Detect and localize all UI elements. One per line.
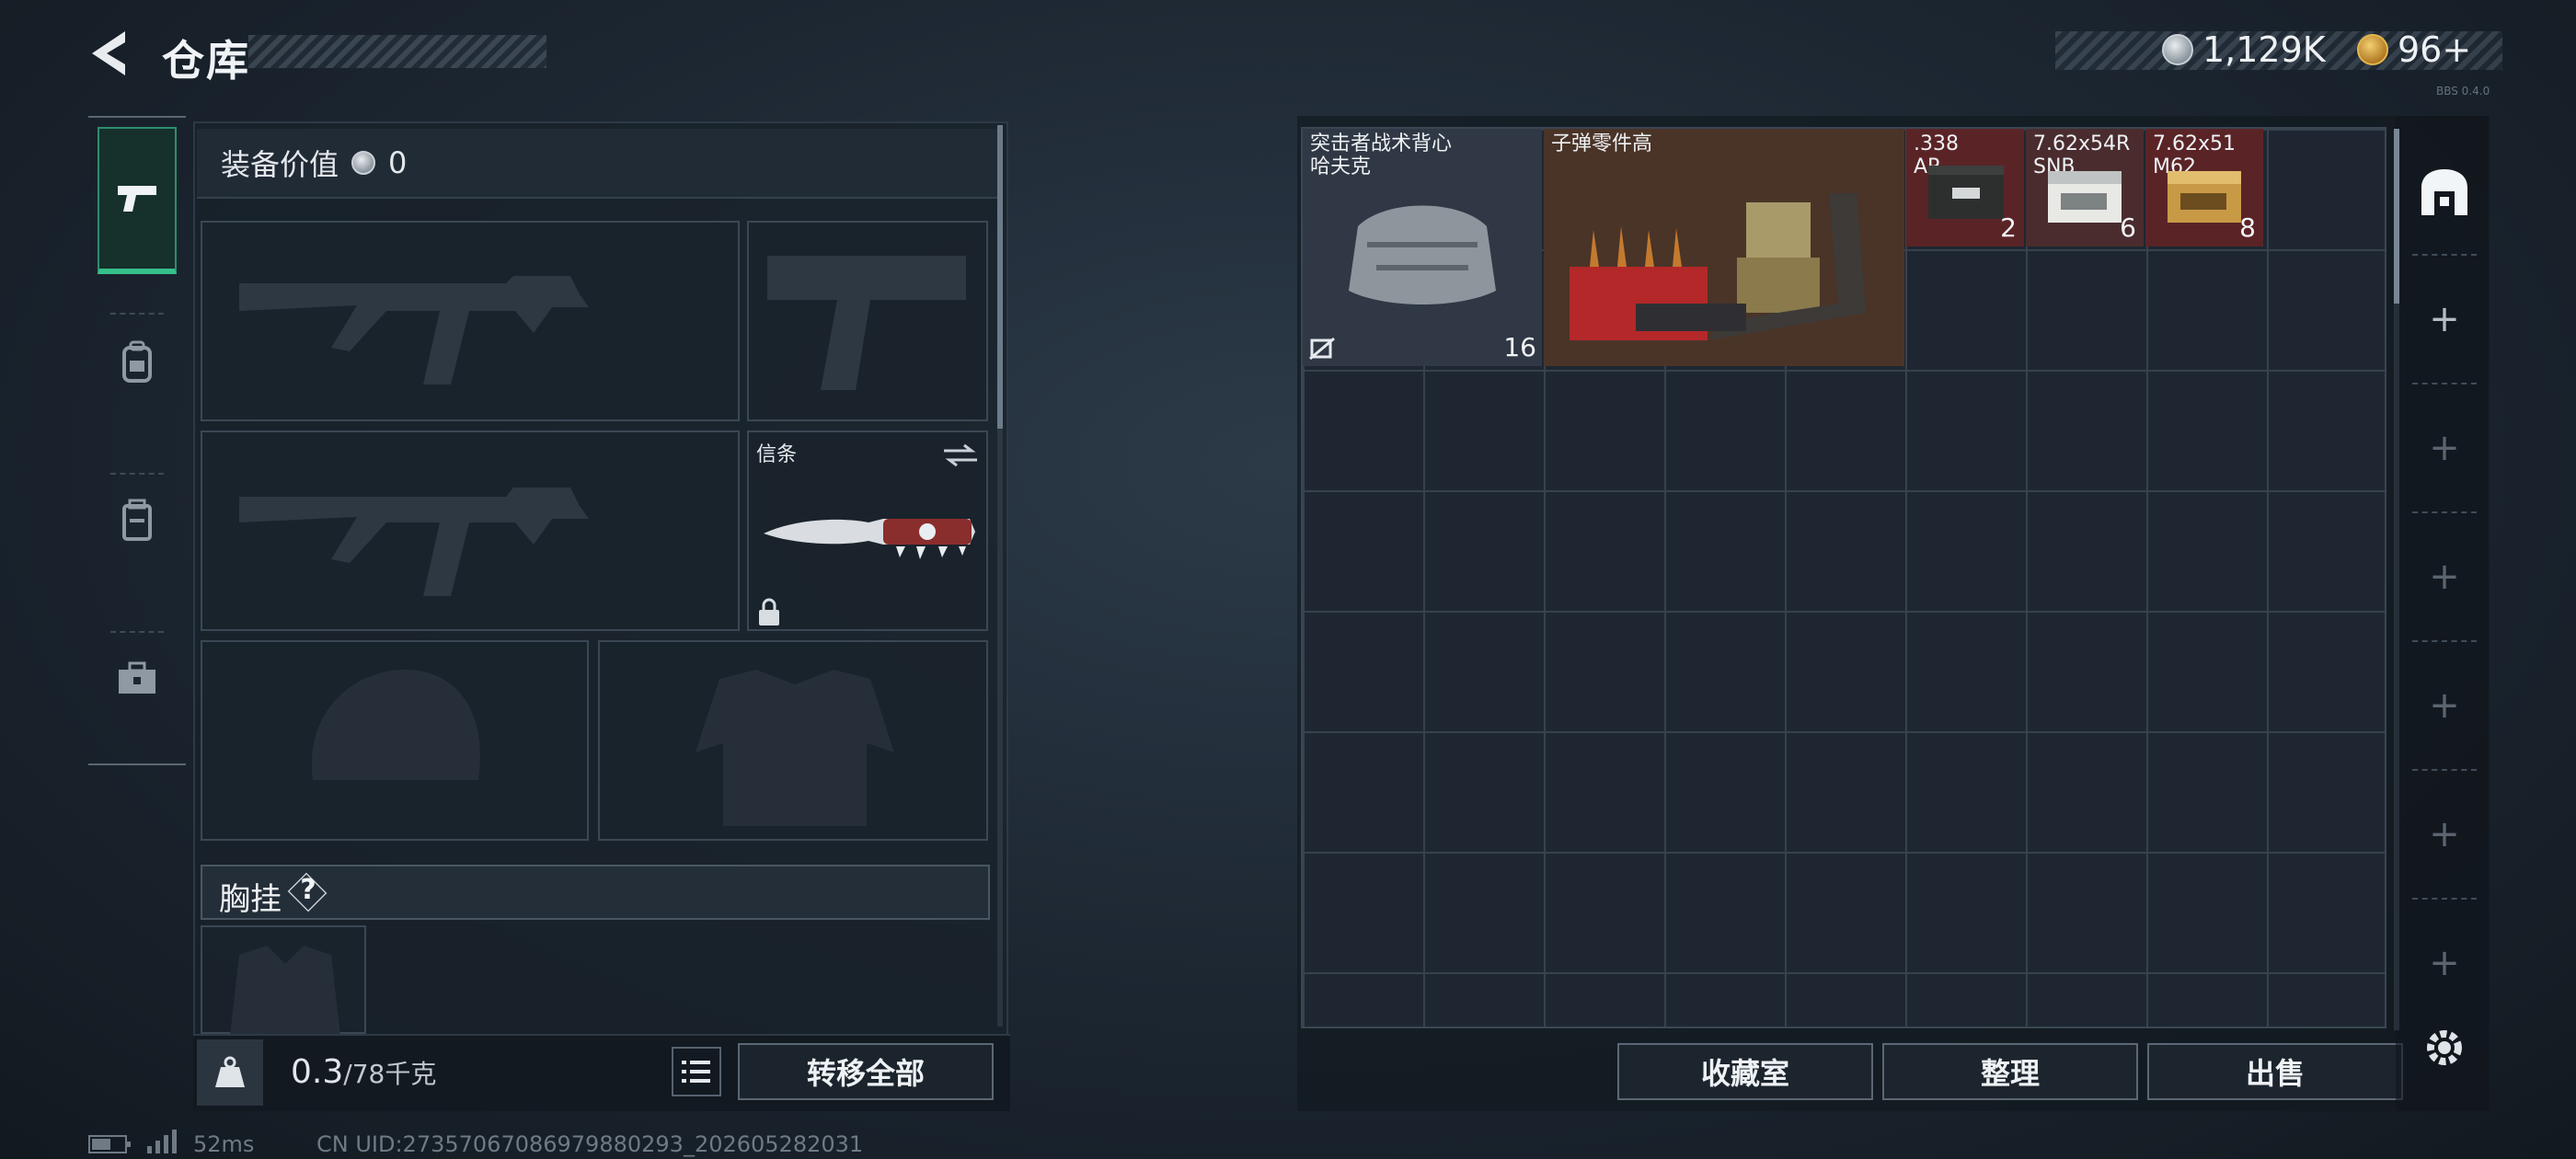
armor-silhouette-icon bbox=[696, 670, 894, 826]
item-count: 6 bbox=[2120, 212, 2136, 243]
page-title: 仓库 bbox=[162, 36, 250, 86]
sort-button[interactable]: 整理 bbox=[1882, 1043, 2138, 1100]
ammo-box-white-icon bbox=[2048, 171, 2122, 223]
lock-icon bbox=[759, 598, 779, 625]
weight-current: 0.3 bbox=[291, 1053, 344, 1091]
item-name: 子弹零件高 bbox=[1551, 132, 1653, 155]
chest-rig-label: 胸挂 bbox=[219, 881, 282, 918]
rail-item-kits[interactable] bbox=[98, 605, 177, 752]
currency-silver[interactable]: 1,129K bbox=[2162, 29, 2326, 70]
backpack-icon bbox=[122, 340, 152, 383]
slot-helmet[interactable] bbox=[201, 640, 589, 841]
equipment-scrollbar-thumb[interactable] bbox=[997, 125, 1003, 429]
stash-item[interactable]: 突击者战术背心 哈夫克 16 bbox=[1303, 129, 1542, 366]
silver-coin-icon bbox=[2162, 34, 2193, 65]
ammo-box-gold-icon bbox=[2168, 171, 2241, 223]
add-container-button[interactable]: + bbox=[2416, 677, 2473, 734]
title-decoration bbox=[248, 35, 546, 68]
list-view-button[interactable] bbox=[672, 1047, 721, 1096]
rail-item-backpack[interactable] bbox=[98, 289, 177, 436]
weight-readout: 0.3/78千克 bbox=[291, 1053, 436, 1091]
collection-room-button[interactable]: 收藏室 bbox=[1617, 1043, 1873, 1100]
equipment-value: 装备价值 0 bbox=[221, 142, 407, 184]
slot-primary-weapon[interactable] bbox=[201, 221, 740, 421]
warehouse-icon bbox=[2421, 169, 2467, 215]
currency-silver-amount: 1,129K bbox=[2202, 29, 2326, 70]
ammo-can-icon bbox=[1928, 166, 2004, 219]
rail-item-weapons[interactable] bbox=[98, 127, 177, 274]
helmet-silhouette-icon bbox=[311, 670, 480, 780]
silver-coin-icon bbox=[351, 151, 376, 175]
slot-chest-rig[interactable] bbox=[201, 925, 366, 1036]
back-button[interactable] bbox=[85, 26, 140, 81]
item-count: 8 bbox=[2239, 212, 2256, 243]
list-icon bbox=[682, 1061, 710, 1083]
settings-button[interactable] bbox=[2416, 1019, 2473, 1076]
version-tag: BBS 0.4.0 bbox=[2436, 85, 2490, 98]
stash-item[interactable]: 子弹零件高 bbox=[1544, 129, 1904, 366]
user-uid: CN UID:27357067086979880293_202605282031 bbox=[316, 1131, 864, 1157]
rail-item-containers[interactable] bbox=[98, 447, 177, 594]
item-durability: 16 bbox=[1503, 332, 1536, 362]
item-count: 2 bbox=[2000, 212, 2017, 243]
tactical-vest-icon bbox=[1349, 205, 1496, 304]
back-arrow-icon bbox=[92, 31, 125, 75]
stash-item[interactable]: .338 AP 2 bbox=[1906, 129, 2024, 247]
stash-scrollbar-thumb[interactable] bbox=[2394, 129, 2399, 304]
add-container-button[interactable]: + bbox=[2416, 935, 2473, 992]
weight-icon bbox=[215, 1056, 245, 1087]
weight-max: /78千克 bbox=[343, 1059, 437, 1089]
stash-item[interactable]: 7.62x54R SNB 6 bbox=[2026, 129, 2144, 247]
gear-icon bbox=[2427, 1030, 2462, 1065]
rifle-silhouette-icon bbox=[239, 276, 589, 384]
container-icon bbox=[122, 499, 152, 541]
gold-coin-icon bbox=[2357, 34, 2388, 65]
sell-button[interactable]: 出售 bbox=[2147, 1043, 2403, 1100]
ammo-parts-crate-icon bbox=[1570, 193, 1866, 340]
pistol-icon bbox=[118, 186, 156, 212]
currency-gold-amount: 96+ bbox=[2398, 29, 2472, 70]
add-container-button[interactable]: + bbox=[2416, 548, 2473, 605]
category-rail bbox=[88, 116, 186, 765]
add-container-button[interactable]: + bbox=[2416, 419, 2473, 476]
transfer-all-button[interactable]: 转移全部 bbox=[738, 1043, 994, 1100]
add-container-button[interactable]: + bbox=[2416, 806, 2473, 863]
pistol-silhouette-icon bbox=[767, 256, 966, 390]
weight-icon-box bbox=[197, 1039, 263, 1106]
battery-icon bbox=[88, 1133, 132, 1159]
slot-melee[interactable]: 信条 bbox=[747, 430, 988, 631]
ping-readout: 52ms bbox=[193, 1131, 255, 1157]
slot-sidearm[interactable] bbox=[747, 221, 988, 421]
help-icon[interactable]: ? bbox=[294, 874, 322, 911]
currency-gold[interactable]: 96+ bbox=[2357, 29, 2471, 70]
knife-icon bbox=[764, 519, 975, 559]
item-name: 突击者战术背心 哈夫克 bbox=[1310, 132, 1453, 178]
chest-rig-silhouette-icon bbox=[230, 946, 340, 1036]
toolbox-icon bbox=[119, 661, 155, 694]
rifle-silhouette-icon bbox=[239, 488, 589, 596]
slot-body-armor[interactable] bbox=[598, 640, 988, 841]
melee-slot-label: 信条 bbox=[756, 443, 798, 466]
stash-main-tab[interactable] bbox=[2416, 164, 2473, 221]
signal-icon bbox=[145, 1130, 178, 1159]
swap-icon[interactable] bbox=[942, 442, 979, 469]
equipment-value-label: 装备价值 bbox=[221, 147, 339, 182]
add-container-button[interactable]: + bbox=[2416, 291, 2473, 348]
equipment-value-amount: 0 bbox=[388, 145, 408, 180]
no-insure-icon bbox=[1309, 337, 1335, 361]
stash-item[interactable]: 7.62x51 M62 8 bbox=[2145, 129, 2263, 247]
slot-secondary-weapon[interactable] bbox=[201, 430, 740, 631]
